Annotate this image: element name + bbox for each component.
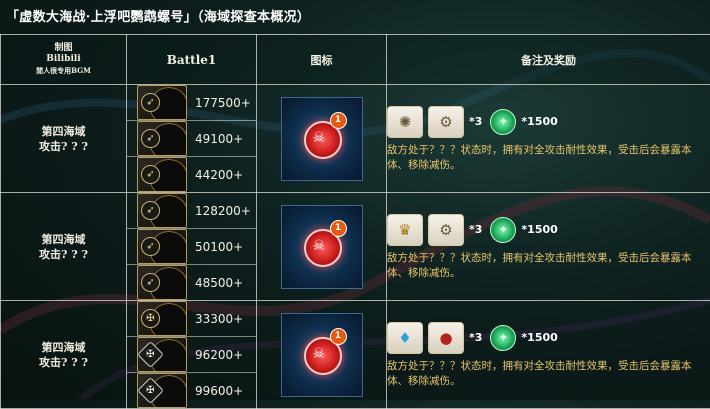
- archer-class-icon: ➶: [141, 273, 160, 292]
- enemy-portrait: ➶: [137, 229, 187, 264]
- reward-multiplier: *3: [469, 331, 482, 344]
- icon-cell: ☠ 1: [257, 85, 387, 193]
- note-text: 敌方处于？？？状态时，拥有对全攻击耐性效果，受击后会暴露本体、移除减伤。: [387, 251, 710, 281]
- danger-node-tile: ☠ 1: [281, 313, 363, 397]
- region-name: 第四海域: [1, 124, 126, 139]
- region-cell: 第四海域 攻击? ? ?: [1, 301, 127, 409]
- credits-line3: 閒人很专用BGM: [1, 65, 126, 76]
- enemy-hp: 177500+: [195, 96, 251, 110]
- battle-cell: ➶ 128200+ ➶ 50100+ ➶ 48500+: [127, 193, 257, 301]
- icon-header: 图标: [257, 35, 387, 85]
- archer-class-icon: ➶: [141, 165, 160, 184]
- enemy-hp: 33300+: [195, 312, 243, 326]
- skull-danger-icon: ☠: [313, 131, 326, 145]
- qp-amount: *1500: [521, 331, 557, 344]
- enemy-entry: ✠ 96200+: [127, 337, 256, 373]
- region-name: 第四海域: [1, 340, 126, 355]
- reward-list: ♦ ● *3 ✦ *1500: [387, 323, 710, 353]
- note-text: 敌方处于？？？状态时，拥有对全攻击耐性效果，受击后会暴露本体、移除减伤。: [387, 143, 710, 173]
- enemy-hp: 128200+: [195, 204, 251, 218]
- beast-class-icon: ✠: [141, 309, 160, 328]
- battle-cell: ➶ 177500+ ➶ 49100+ ➶ 44200+: [127, 85, 257, 193]
- red-drop-item-icon: ●: [428, 322, 464, 354]
- skull-danger-icon: ☠: [313, 347, 326, 361]
- enemy-portrait: ✠: [137, 301, 187, 336]
- region-sub: 攻击? ? ?: [1, 355, 126, 370]
- notes-cell: ♦ ● *3 ✦ *1500 敌方处于？？？状态时，拥有对全攻击耐性效果，受击后…: [387, 301, 710, 409]
- region-sub: 攻击? ? ?: [1, 247, 126, 262]
- reward-multiplier: *3: [469, 115, 482, 128]
- enemy-entry: ➶ 44200+: [127, 157, 256, 192]
- battle-cell: ✠ 33300+ ✠ 96200+ ✠ 99600+: [127, 301, 257, 409]
- enemy-portrait: ✠: [137, 373, 187, 408]
- page-title: 「虚数大海战·上浮吧鹦鹉螺号」（海域探查本概况）: [6, 6, 310, 25]
- enemy-hp: 96200+: [195, 348, 243, 362]
- bronze-gear-item-icon: ⚙: [428, 214, 464, 246]
- danger-level-badge: 1: [330, 112, 347, 129]
- enemy-entry: ➶ 128200+: [127, 193, 256, 229]
- icon-cell: ☠ 1: [257, 193, 387, 301]
- danger-level-badge: 1: [330, 220, 347, 237]
- enemy-entry: ➶ 49100+: [127, 121, 256, 157]
- bronze-gear-item-icon: ⚙: [428, 106, 464, 138]
- icon-cell: ☠ 1: [257, 301, 387, 409]
- archer-class-icon: ➶: [141, 201, 160, 220]
- skull-danger-icon: ☠: [313, 239, 326, 253]
- enemy-hp: 99600+: [195, 384, 243, 398]
- region-sub: 攻击? ? ?: [1, 139, 126, 154]
- credits-line1: 制图: [1, 43, 126, 54]
- table-header-row: 制图 Bilibili 閒人很专用BGM Battle1 图标 备注及奖励: [1, 35, 710, 85]
- qp-icon: ✦: [490, 325, 516, 351]
- credits-line2: Bilibili: [1, 54, 126, 65]
- region-cell: 第四海域 攻击? ? ?: [1, 193, 127, 301]
- qp-icon: ✦: [490, 217, 516, 243]
- enemy-portrait: ➶: [137, 121, 187, 156]
- danger-node-tile: ☠ 1: [281, 205, 363, 289]
- table-row: 第四海域 攻击? ? ? ➶ 177500+ ➶ 49100+ ➶ 44200+…: [1, 85, 710, 193]
- gold-bell-item-icon: ♛: [387, 214, 423, 246]
- reward-multiplier: *3: [469, 223, 482, 236]
- enemy-entry: ➶ 177500+: [127, 85, 256, 121]
- battle-header: Battle1: [127, 35, 257, 85]
- danger-level-badge: 1: [330, 328, 347, 345]
- enemy-hp: 50100+: [195, 240, 243, 254]
- notes-header: 备注及奖励: [387, 35, 710, 85]
- enemy-entry: ✠ 99600+: [127, 373, 256, 408]
- archer-class-icon: ➶: [141, 129, 160, 148]
- archer-class-icon: ➶: [141, 93, 160, 112]
- notes-cell: ♛ ⚙ *3 ✦ *1500 敌方处于？？？状态时，拥有对全攻击耐性效果，受击后…: [387, 193, 710, 301]
- archer-class-icon: ➶: [141, 237, 160, 256]
- enemy-entry: ✠ 33300+: [127, 301, 256, 337]
- enemy-portrait: ✠: [137, 337, 187, 372]
- credits-header: 制图 Bilibili 閒人很专用BGM: [1, 35, 127, 85]
- survey-table: 制图 Bilibili 閒人很专用BGM Battle1 图标 备注及奖励 第四…: [0, 34, 710, 409]
- qp-amount: *1500: [521, 115, 557, 128]
- enemy-portrait: ➶: [137, 157, 187, 192]
- reward-list: ♛ ⚙ *3 ✦ *1500: [387, 215, 710, 245]
- region-cell: 第四海域 攻击? ? ?: [1, 85, 127, 193]
- table-row: 第四海域 攻击? ? ? ➶ 128200+ ➶ 50100+ ➶ 48500+…: [1, 193, 710, 301]
- gear-item-icon: ✺: [387, 106, 423, 138]
- note-text: 敌方处于？？？状态时，拥有对全攻击耐性效果，受击后会暴露本体、移除减伤。: [387, 359, 710, 389]
- danger-node-tile: ☠ 1: [281, 97, 363, 181]
- enemy-entry: ➶ 50100+: [127, 229, 256, 265]
- crystal-lantern-item-icon: ♦: [387, 322, 423, 354]
- region-name: 第四海域: [1, 232, 126, 247]
- enemy-hp: 49100+: [195, 132, 243, 146]
- enemy-entry: ➶ 48500+: [127, 265, 256, 300]
- enemy-hp: 48500+: [195, 276, 243, 290]
- table-row: 第四海域 攻击? ? ? ✠ 33300+ ✠ 96200+ ✠ 99600+ …: [1, 301, 710, 409]
- qp-amount: *1500: [521, 223, 557, 236]
- notes-cell: ✺ ⚙ *3 ✦ *1500 敌方处于？？？状态时，拥有对全攻击耐性效果，受击后…: [387, 85, 710, 193]
- enemy-portrait: ➶: [137, 265, 187, 300]
- qp-icon: ✦: [490, 109, 516, 135]
- enemy-portrait: ➶: [137, 193, 187, 228]
- reward-list: ✺ ⚙ *3 ✦ *1500: [387, 107, 710, 137]
- enemy-portrait: ➶: [137, 85, 187, 120]
- enemy-hp: 44200+: [195, 168, 243, 182]
